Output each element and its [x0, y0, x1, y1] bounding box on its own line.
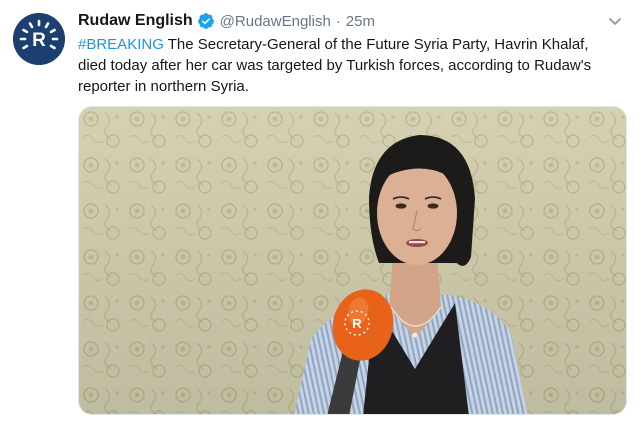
chevron-down-icon[interactable] [606, 12, 624, 30]
author-name[interactable]: Rudaw English [78, 12, 193, 30]
svg-text:R: R [352, 316, 362, 331]
separator-dot: · [335, 12, 341, 30]
timestamp[interactable]: 25m [346, 13, 375, 30]
tweet-header: Rudaw English @RudawEnglish · 25m [78, 10, 375, 32]
author-handle[interactable]: @RudawEnglish [220, 13, 331, 30]
tweet[interactable]: R Rudaw English @RudawEnglish · 25m #BRE… [0, 0, 640, 424]
tweet-text: #BREAKING The Secretary-General of the F… [78, 34, 608, 97]
svg-text:R: R [32, 30, 46, 51]
photo: R [79, 107, 626, 414]
rudaw-logo-icon: R [13, 13, 65, 65]
hashtag-link[interactable]: #BREAKING [78, 36, 164, 53]
tweet-media-image[interactable]: R [78, 106, 627, 415]
verified-badge-icon [197, 12, 215, 30]
avatar[interactable]: R [13, 13, 65, 65]
